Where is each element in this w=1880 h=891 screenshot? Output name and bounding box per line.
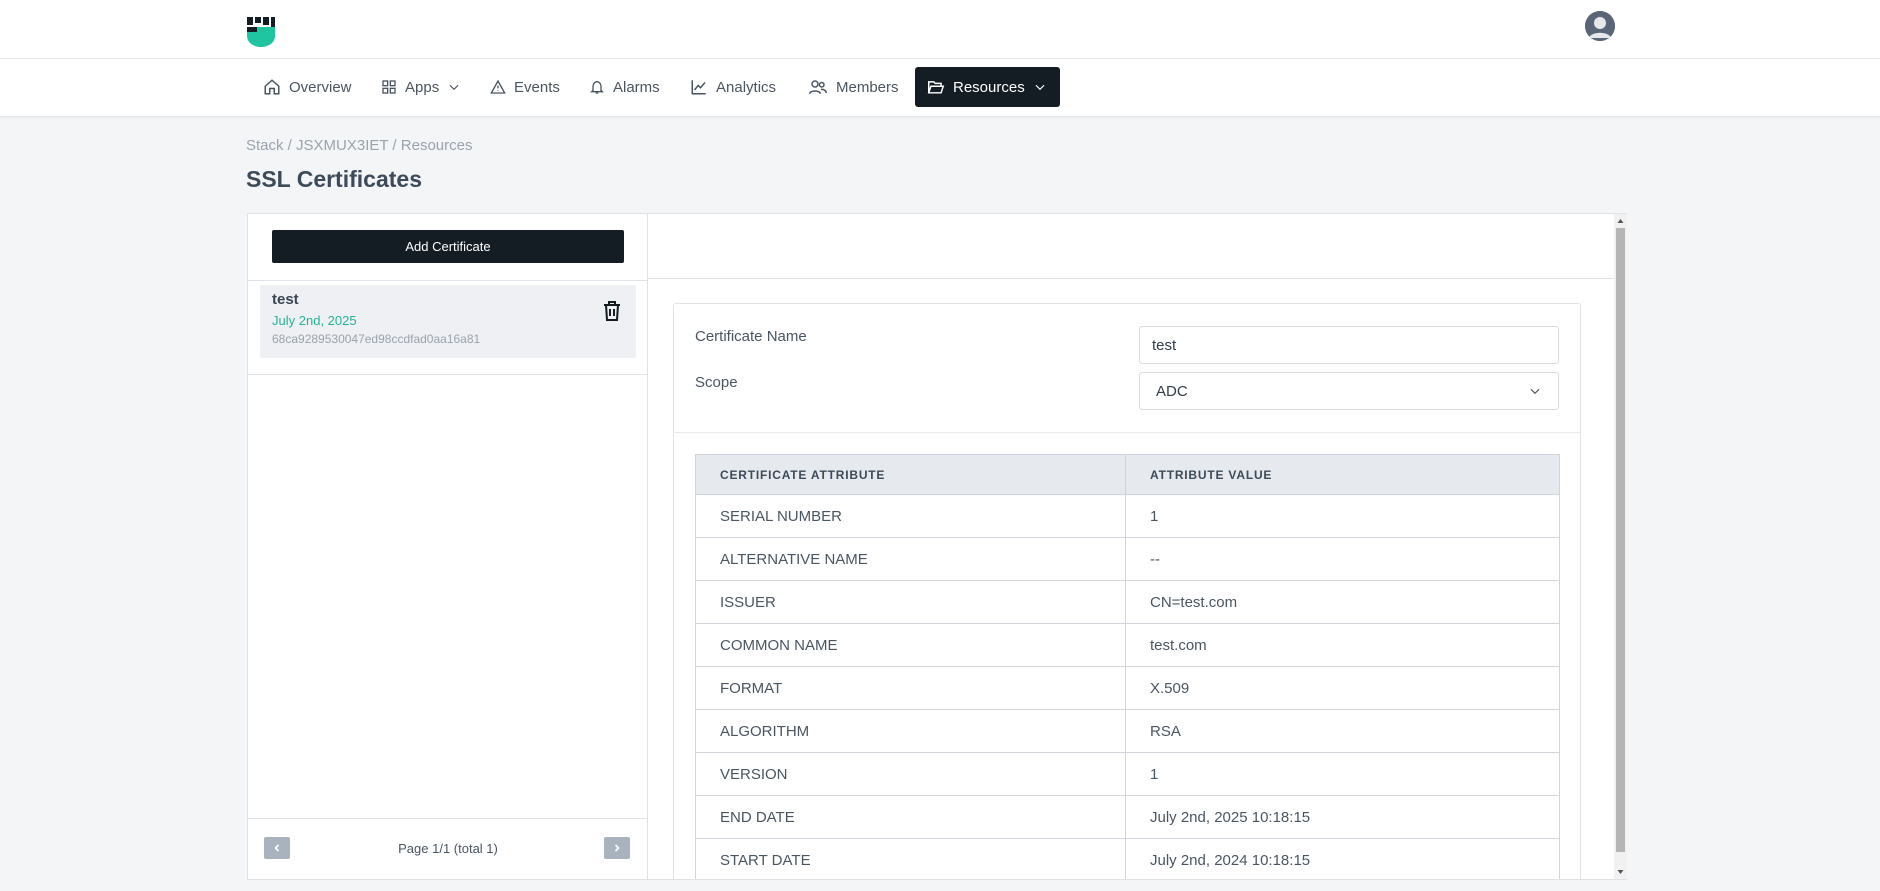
attribute-name: ISSUER: [695, 580, 1126, 624]
trash-icon[interactable]: [602, 300, 622, 322]
nav-apps-label: Apps: [405, 78, 440, 96]
column-header: CERTIFICATE ATTRIBUTE: [695, 454, 1126, 495]
certificate-id: 68ca9289530047ed98ccdfad0aa16a81: [272, 332, 481, 346]
certificate-list-pane: Add Certificate test July 2nd, 2025 68ca…: [248, 214, 648, 879]
breadcrumb[interactable]: Stack / JSXMUX3IET / Resources: [246, 137, 472, 154]
chevron-down-icon: [449, 84, 459, 91]
certificate-detail-pane: Certificate Name Scope ADC CERTIFICATE A…: [648, 214, 1614, 879]
table-row: VERSION 1: [695, 752, 1560, 796]
table-row: SERIAL NUMBER 1: [695, 494, 1560, 538]
table-row: END DATE July 2nd, 2025 10:18:15: [695, 795, 1560, 839]
nav-members-label: Members: [836, 78, 899, 96]
nav-overview-label: Overview: [289, 78, 352, 96]
attribute-value: X.509: [1125, 666, 1560, 710]
certificate-name: test: [272, 291, 299, 308]
divider: [248, 280, 648, 281]
table-header-row: CERTIFICATE ATTRIBUTE ATTRIBUTE VALUE: [695, 454, 1560, 495]
attribute-value: July 2nd, 2025 10:18:15: [1125, 795, 1560, 839]
nav-resources-label: Resources: [953, 78, 1025, 96]
attribute-name: ALGORITHM: [695, 709, 1126, 753]
divider: [248, 374, 648, 375]
table-row: ALTERNATIVE NAME --: [695, 537, 1560, 581]
attribute-name: SERIAL NUMBER: [695, 494, 1126, 538]
chart-line-icon: [691, 80, 706, 95]
home-icon: [264, 79, 280, 95]
bell-icon: [590, 80, 604, 94]
attribute-name: END DATE: [695, 795, 1126, 839]
scrollbar-thumb[interactable]: [1616, 228, 1625, 852]
attribute-value: CN=test.com: [1125, 580, 1560, 624]
scroll-up-icon[interactable]: [1616, 216, 1625, 226]
divider: [648, 278, 1614, 279]
scroll-down-icon[interactable]: [1616, 867, 1625, 877]
grid-icon: [382, 80, 396, 94]
chevron-down-icon: [1035, 84, 1045, 91]
attribute-name: START DATE: [695, 838, 1126, 879]
scope-selected-value: ADC: [1156, 382, 1188, 400]
chevron-down-icon: [1530, 388, 1540, 395]
certificate-attributes-table: CERTIFICATE ATTRIBUTE ATTRIBUTE VALUE SE…: [695, 454, 1560, 879]
certificate-list-item[interactable]: test July 2nd, 2025 68ca9289530047ed98cc…: [260, 285, 636, 358]
table-row: ALGORITHM RSA: [695, 709, 1560, 753]
nav-events-label: Events: [514, 78, 560, 96]
nav-alarms[interactable]: Alarms: [577, 67, 672, 107]
top-header: [0, 0, 1880, 59]
main-nav: Overview Apps Events Alarms Analytics Me…: [0, 59, 1880, 117]
attribute-name: ALTERNATIVE NAME: [695, 537, 1126, 581]
divider: [674, 432, 1580, 433]
nav-analytics[interactable]: Analytics: [678, 67, 788, 107]
next-page-button[interactable]: [604, 837, 630, 859]
table-row: START DATE July 2nd, 2024 10:18:15: [695, 838, 1560, 879]
detail-scrollbar[interactable]: [1614, 214, 1627, 879]
attribute-value: RSA: [1125, 709, 1560, 753]
attribute-name: FORMAT: [695, 666, 1126, 710]
user-avatar[interactable]: [1585, 11, 1615, 41]
certificate-name-label: Certificate Name: [695, 328, 807, 345]
brand-logo[interactable]: [246, 16, 276, 48]
certificates-panel: Add Certificate test July 2nd, 2025 68ca…: [247, 213, 1627, 880]
attribute-value: July 2nd, 2024 10:18:15: [1125, 838, 1560, 879]
attribute-name: COMMON NAME: [695, 623, 1126, 667]
table-row: COMMON NAME test.com: [695, 623, 1560, 667]
users-icon: [809, 80, 827, 94]
scope-select[interactable]: ADC: [1139, 372, 1559, 410]
table-row: ISSUER CN=test.com: [695, 580, 1560, 624]
certificate-name-input[interactable]: [1139, 326, 1559, 364]
table-row: FORMAT X.509: [695, 666, 1560, 710]
folder-open-icon: [927, 81, 945, 94]
chevron-right-icon: [614, 844, 620, 852]
attribute-value: --: [1125, 537, 1560, 581]
certificate-detail-card: Certificate Name Scope ADC CERTIFICATE A…: [673, 303, 1581, 879]
pagination-label: Page 1/1 (total 1): [398, 841, 498, 856]
attribute-value: 1: [1125, 752, 1560, 796]
attribute-name: VERSION: [695, 752, 1126, 796]
attribute-value: 1: [1125, 494, 1560, 538]
nav-events[interactable]: Events: [478, 67, 572, 107]
attribute-value: test.com: [1125, 623, 1560, 667]
certificate-date: July 2nd, 2025: [272, 313, 357, 328]
scope-label: Scope: [695, 374, 738, 391]
column-header: ATTRIBUTE VALUE: [1125, 454, 1560, 495]
user-avatar-icon: [1585, 11, 1615, 41]
nav-members[interactable]: Members: [796, 67, 911, 107]
warning-icon: [490, 79, 506, 94]
nav-alarms-label: Alarms: [613, 78, 660, 96]
pagination: Page 1/1 (total 1): [248, 818, 648, 879]
nav-resources[interactable]: Resources: [915, 67, 1060, 107]
nav-apps[interactable]: Apps: [369, 67, 473, 107]
nav-analytics-label: Analytics: [716, 78, 777, 96]
nav-overview[interactable]: Overview: [251, 67, 364, 107]
page-title: SSL Certificates: [246, 166, 422, 192]
add-certificate-button[interactable]: Add Certificate: [272, 230, 624, 263]
